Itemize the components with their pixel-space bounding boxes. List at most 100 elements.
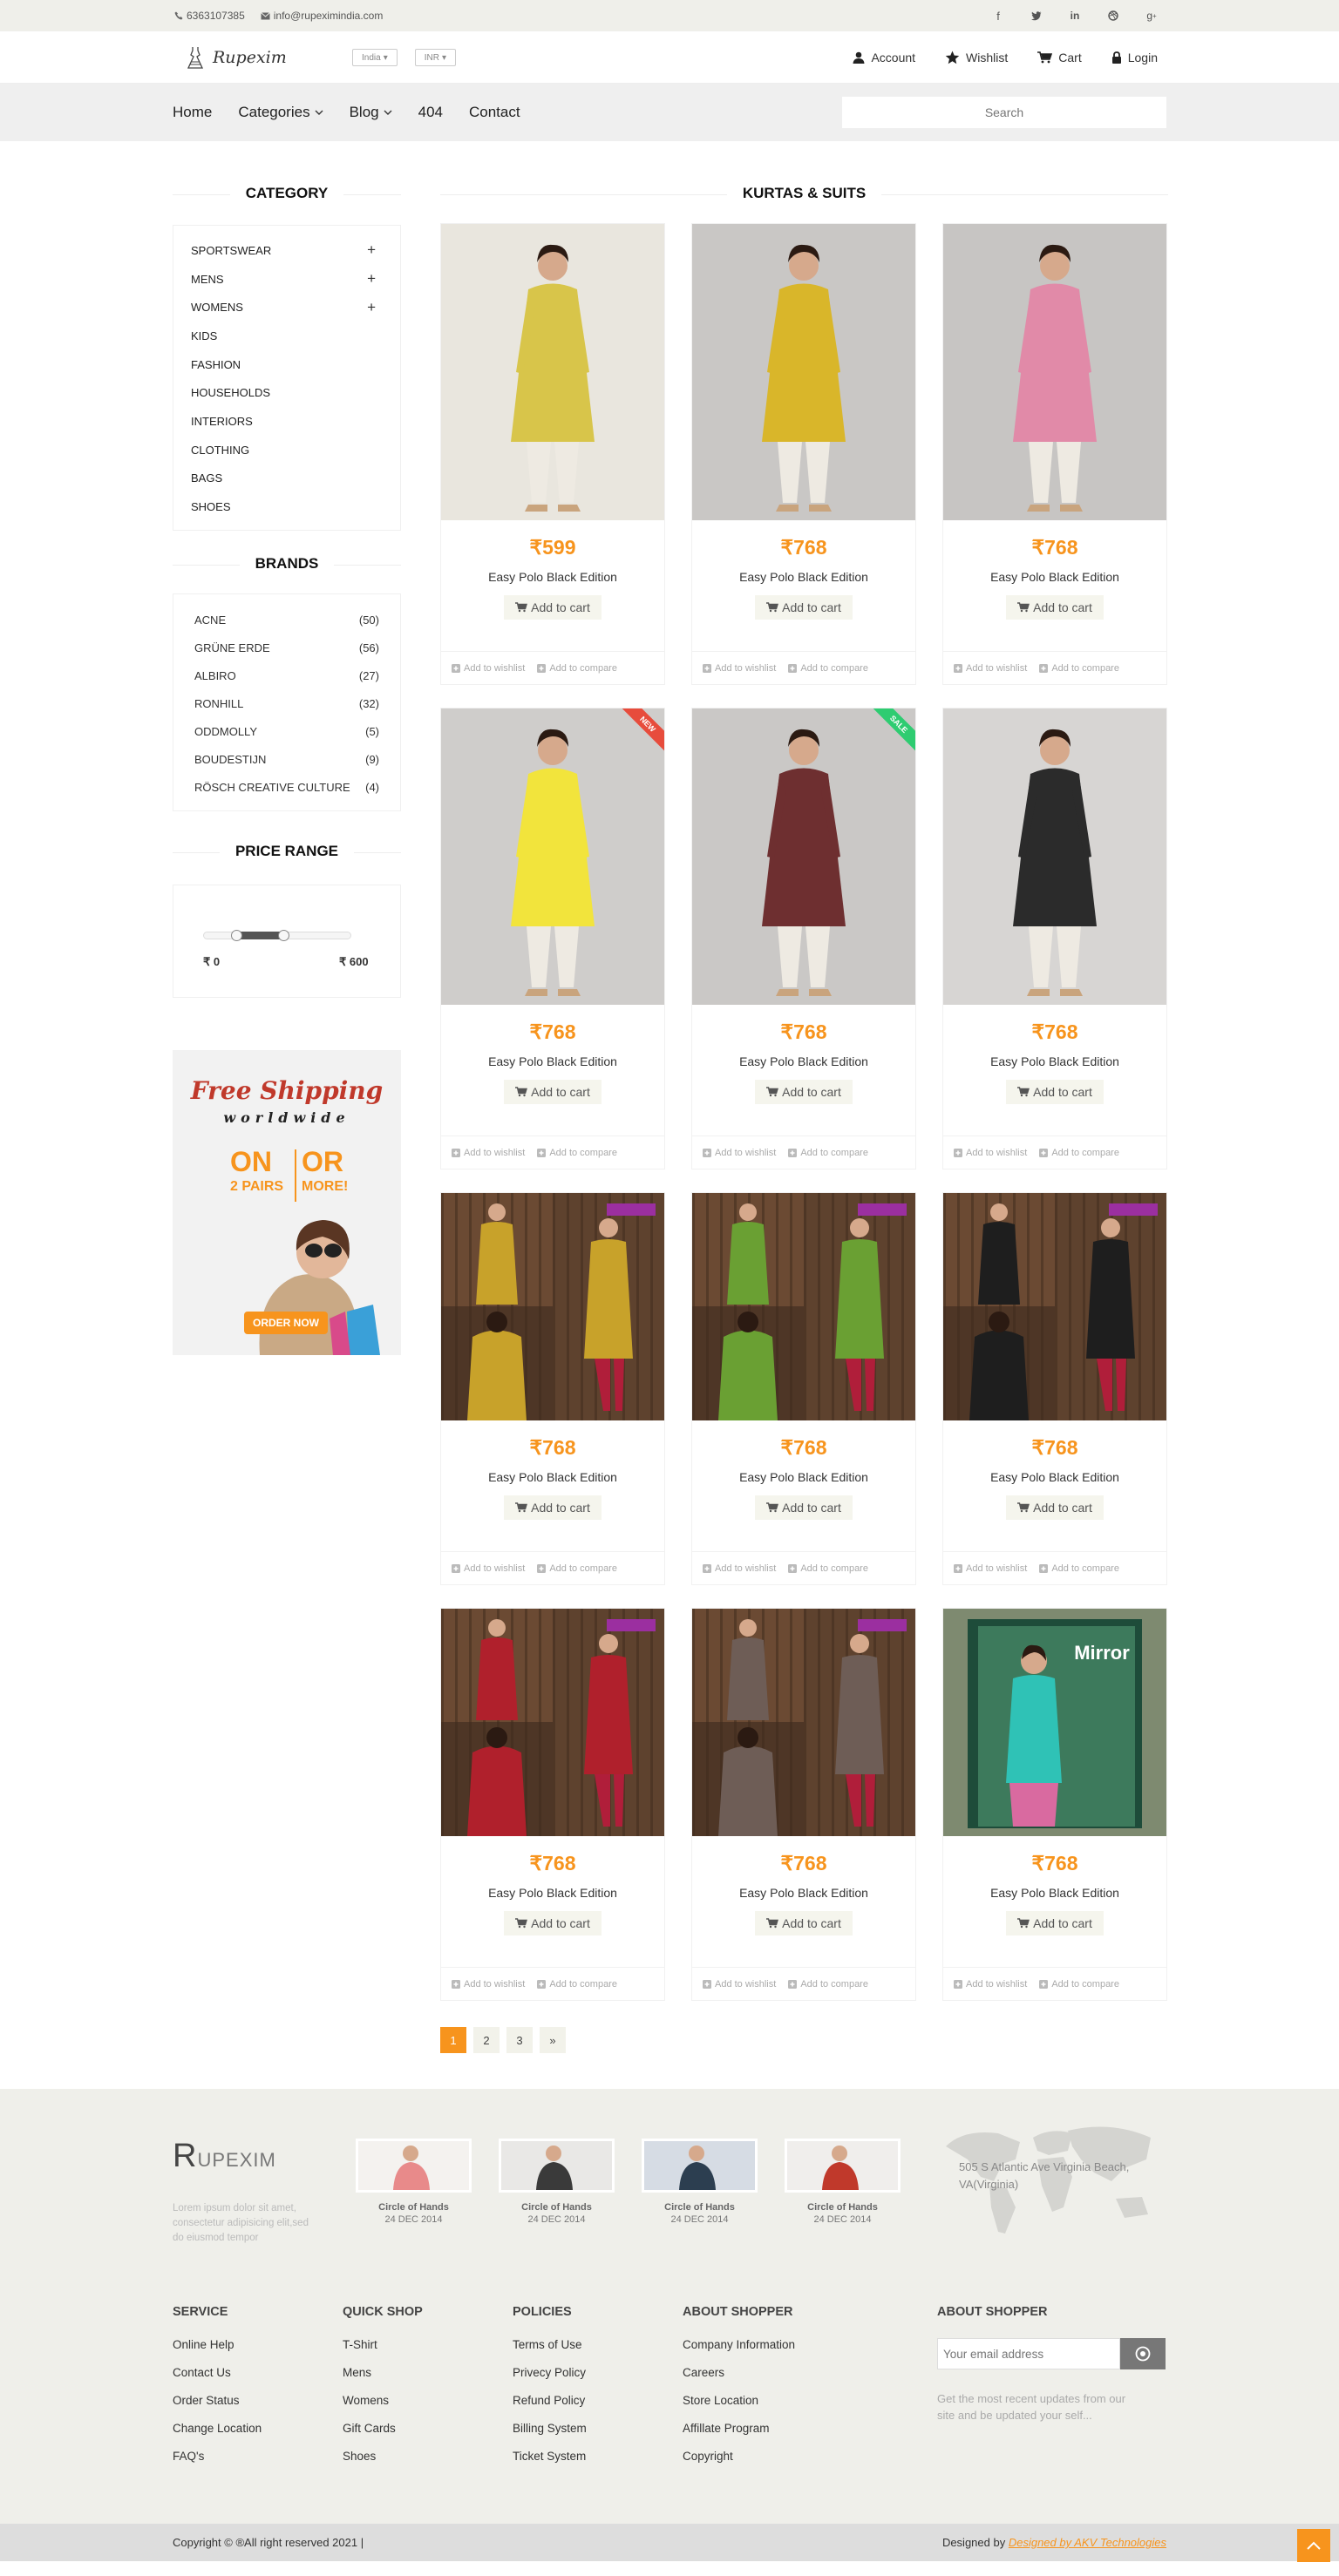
free-shipping-banner[interactable]: Free Shipping worldwide ON OR 2 PAIRS MO… [173,1049,401,1355]
nav-home[interactable]: Home [173,104,212,121]
add-to-wishlist-link[interactable]: Add to wishlist [452,1148,525,1158]
page-button[interactable]: 2 [473,2027,500,2053]
page-button[interactable]: 3 [506,2027,533,2053]
footer-post[interactable]: Circle of Hands 24 DEC 2014 [642,2139,758,2225]
footer-post-image[interactable] [499,2139,615,2193]
product-card[interactable]: ₹768 Easy Polo Black Edition Add to cart Ad… [440,1192,665,1585]
add-to-cart-button[interactable]: Add to cart [504,1080,602,1104]
product-card[interactable]: ₹599 Easy Polo Black Edition Add to cart Ad… [440,223,665,685]
footer-link[interactable]: Mens [343,2366,513,2394]
footer-link[interactable]: Terms of Use [513,2338,683,2366]
product-name[interactable]: Easy Polo Black Edition [441,1470,664,1484]
newsletter-submit-button[interactable] [1120,2338,1166,2369]
add-to-wishlist-link[interactable]: Add to wishlist [954,663,1027,674]
category-item[interactable]: HOUSEHOLDS [191,378,383,407]
product-name[interactable]: Easy Polo Black Edition [943,570,1166,584]
category-item[interactable]: BAGS [191,464,383,493]
add-to-compare-link[interactable]: Add to compare [788,1148,868,1158]
add-to-cart-button[interactable]: Add to cart [755,1080,853,1104]
add-to-compare-link[interactable]: Add to compare [788,1563,868,1574]
add-to-cart-button[interactable]: Add to cart [755,1911,853,1935]
wishlist-link[interactable]: Wishlist [945,51,1008,64]
product-image-wrapper[interactable]: SALE [692,708,915,1005]
add-to-wishlist-link[interactable]: Add to wishlist [703,1979,776,1990]
add-to-cart-button[interactable]: Add to cart [755,595,853,620]
add-to-wishlist-link[interactable]: Add to wishlist [954,1979,1027,1990]
designer-link[interactable]: Designed by AKV Technologies [1009,2536,1166,2549]
footer-link[interactable]: Store Location [683,2394,853,2422]
add-to-cart-button[interactable]: Add to cart [755,1495,853,1520]
category-item[interactable]: SHOES [191,492,383,521]
category-item[interactable]: INTERIORS [191,407,383,436]
expand-icon[interactable]: + [367,299,383,316]
product-card[interactable]: Mirror ₹768 Easy Polo Black Edition Add to … [942,1608,1167,2001]
email-info[interactable]: info@rupeximindia.com [260,10,383,22]
product-image-wrapper[interactable] [692,224,915,520]
product-image-wrapper[interactable] [441,224,664,520]
expand-icon[interactable]: + [367,241,383,259]
search-input[interactable] [842,97,1166,128]
footer-link[interactable]: Shoes [343,2450,513,2478]
category-item[interactable]: CLOTHING [191,436,383,464]
add-to-cart-button[interactable]: Add to cart [1006,595,1104,620]
brand-item[interactable]: GRÜNE ERDE (56) [194,634,379,662]
order-now-button[interactable]: ORDER NOW [244,1311,328,1334]
product-name[interactable]: Easy Polo Black Edition [692,570,915,584]
twitter-icon[interactable] [1030,10,1043,22]
product-name[interactable]: Easy Polo Black Edition [943,1886,1166,1900]
dribbble-icon[interactable] [1107,10,1119,22]
footer-link[interactable]: Contact Us [173,2366,343,2394]
footer-link[interactable]: Company Information [683,2338,853,2366]
scroll-to-top-button[interactable] [1297,2529,1330,2562]
add-to-compare-link[interactable]: Add to compare [1039,1148,1119,1158]
login-link[interactable]: Login [1111,51,1158,64]
brand-item[interactable]: ACNE (50) [194,607,379,634]
product-card[interactable]: ₹768 Easy Polo Black Edition Add to cart Ad… [440,1608,665,2001]
add-to-compare-link[interactable]: Add to compare [537,1979,617,1990]
add-to-wishlist-link[interactable]: Add to wishlist [703,663,776,674]
product-name[interactable]: Easy Polo Black Edition [441,1886,664,1900]
footer-post-image[interactable] [785,2139,901,2193]
footer-link[interactable]: Change Location [173,2422,343,2450]
product-name[interactable]: Easy Polo Black Edition [692,1470,915,1484]
footer-post-image[interactable] [356,2139,472,2193]
add-to-compare-link[interactable]: Add to compare [1039,1563,1119,1574]
product-card[interactable]: ₹768 Easy Polo Black Edition Add to cart Ad… [691,1608,916,2001]
add-to-compare-link[interactable]: Add to compare [1039,1979,1119,1990]
add-to-cart-button[interactable]: Add to cart [504,1495,602,1520]
country-select[interactable]: India ▾ [352,49,398,66]
add-to-wishlist-link[interactable]: Add to wishlist [452,1563,525,1574]
product-card[interactable]: ₹768 Easy Polo Black Edition Add to cart Ad… [942,223,1167,685]
product-name[interactable]: Easy Polo Black Edition [692,1886,915,1900]
product-image-wrapper[interactable] [441,1193,664,1420]
facebook-icon[interactable]: f [992,10,1004,23]
product-image-wrapper[interactable]: Mirror [943,1609,1166,1836]
nav-contact[interactable]: Contact [469,104,520,121]
footer-link[interactable]: Billing System [513,2422,683,2450]
add-to-wishlist-link[interactable]: Add to wishlist [703,1563,776,1574]
footer-post[interactable]: Circle of Hands 24 DEC 2014 [356,2139,472,2225]
category-item[interactable]: WOMENS + [191,293,383,322]
product-name[interactable]: Easy Polo Black Edition [692,1054,915,1068]
linkedin-icon[interactable]: in [1069,10,1081,22]
product-card[interactable]: ₹768 Easy Polo Black Edition Add to cart Ad… [691,223,916,685]
brand-item[interactable]: RÖSCH CREATIVE CULTURE (4) [194,774,379,802]
footer-link[interactable]: Refund Policy [513,2394,683,2422]
add-to-cart-button[interactable]: Add to cart [504,1911,602,1935]
product-image-wrapper[interactable] [943,708,1166,1005]
product-name[interactable]: Easy Polo Black Edition [441,570,664,584]
brand-logo[interactable]: Rupexim [187,46,352,69]
footer-link[interactable]: Ticket System [513,2450,683,2478]
currency-select[interactable]: INR ▾ [414,49,456,66]
footer-post[interactable]: Circle of Hands 24 DEC 2014 [785,2139,901,2225]
footer-link[interactable]: Affillate Program [683,2422,853,2450]
footer-link[interactable]: T-Shirt [343,2338,513,2366]
footer-link[interactable]: Online Help [173,2338,343,2366]
product-card[interactable]: NEW ₹768 Easy Polo Black Edition Add to car… [440,708,665,1169]
page-button[interactable]: 1 [440,2027,466,2053]
product-card[interactable]: ₹768 Easy Polo Black Edition Add to cart Ad… [942,1192,1167,1585]
footer-post-image[interactable] [642,2139,758,2193]
product-image-wrapper[interactable] [943,1193,1166,1420]
add-to-cart-button[interactable]: Add to cart [1006,1080,1104,1104]
category-item[interactable]: MENS + [191,265,383,294]
